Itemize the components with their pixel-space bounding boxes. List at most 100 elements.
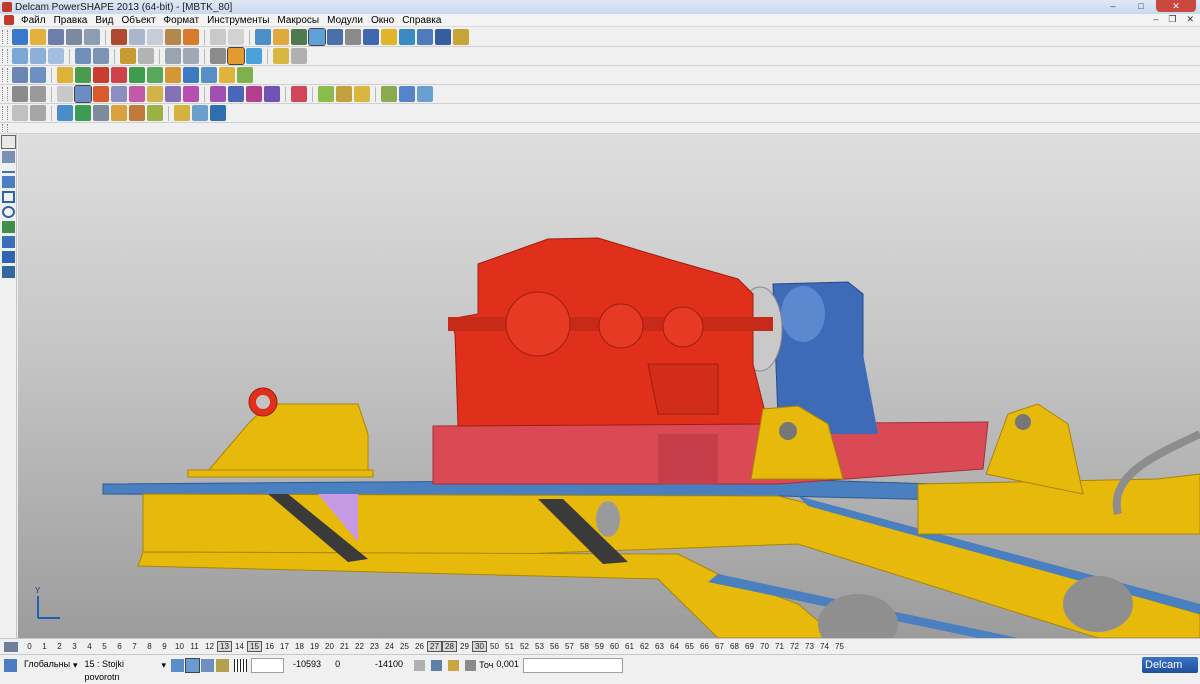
level-button[interactable]: 15: [247, 641, 262, 652]
level-button[interactable]: 65: [682, 642, 697, 651]
text-icon[interactable]: [363, 29, 379, 45]
level-button[interactable]: 20: [322, 642, 337, 651]
blank-field[interactable]: [251, 657, 285, 673]
level-button[interactable]: 0: [22, 642, 37, 651]
line-icon[interactable]: [2, 171, 15, 173]
level-button[interactable]: 5: [97, 642, 112, 651]
level-button[interactable]: 67: [712, 642, 727, 651]
stack-icon[interactable]: [336, 86, 352, 102]
level-button[interactable]: 59: [592, 642, 607, 651]
doc-close-button[interactable]: ✕: [1186, 14, 1194, 25]
menu-help[interactable]: Справка: [398, 15, 445, 26]
solid-tree-icon[interactable]: [30, 67, 46, 83]
surface-mode-icon[interactable]: [74, 85, 92, 103]
level-button[interactable]: 72: [787, 642, 802, 651]
scale-icon[interactable]: [30, 105, 46, 121]
render-icon[interactable]: [291, 48, 307, 64]
zoom-all-icon[interactable]: [165, 48, 181, 64]
save-as-icon[interactable]: [66, 29, 82, 45]
toolbar-grip[interactable]: [2, 49, 8, 63]
level-button[interactable]: 63: [652, 642, 667, 651]
view-iso-icon[interactable]: [48, 48, 64, 64]
level-button[interactable]: 19: [307, 642, 322, 651]
level-button[interactable]: 1: [37, 642, 52, 651]
view-top-icon[interactable]: [12, 48, 28, 64]
level-button[interactable]: 57: [562, 642, 577, 651]
solid-tool-icon[interactable]: [2, 221, 15, 233]
circle-icon[interactable]: [327, 29, 343, 45]
level-button[interactable]: 74: [817, 642, 832, 651]
tolerance-field[interactable]: 0,001: [493, 658, 521, 673]
level-button[interactable]: 25: [397, 642, 412, 651]
new-model-icon[interactable]: [12, 29, 28, 45]
level-button[interactable]: 68: [727, 642, 742, 651]
tools-icon[interactable]: [453, 29, 469, 45]
level-button[interactable]: 58: [577, 642, 592, 651]
revolve-icon[interactable]: [183, 67, 199, 83]
grid-icon[interactable]: [234, 658, 248, 672]
level-button[interactable]: 52: [517, 642, 532, 651]
level-button[interactable]: 17: [277, 642, 292, 651]
quick-select-icon[interactable]: [2, 151, 15, 163]
level-button[interactable]: 61: [622, 642, 637, 651]
graphics-viewport[interactable]: Y: [18, 134, 1200, 638]
menu-file[interactable]: Файл: [17, 15, 50, 26]
zoom-in-icon[interactable]: [120, 48, 136, 64]
loft-icon[interactable]: [219, 67, 235, 83]
menu-window[interactable]: Окно: [367, 15, 398, 26]
assembly-icon[interactable]: [417, 29, 433, 45]
export-icon[interactable]: [192, 105, 208, 121]
cylinder-icon[interactable]: [75, 67, 91, 83]
shaded-icon[interactable]: [227, 47, 245, 65]
level-set-icon[interactable]: [201, 658, 215, 672]
estimate-icon[interactable]: [174, 105, 190, 121]
feature-icon[interactable]: [435, 29, 451, 45]
level-toggle-icon[interactable]: [185, 657, 201, 673]
limit-icon[interactable]: [291, 86, 307, 102]
level-button[interactable]: 10: [172, 642, 187, 651]
coordinate-icon[interactable]: [431, 659, 443, 671]
toolbar-grip[interactable]: [2, 68, 8, 82]
coord-x[interactable]: -10593: [288, 658, 324, 673]
level-button[interactable]: 71: [772, 642, 787, 651]
level-button[interactable]: 2: [52, 642, 67, 651]
fillet-icon[interactable]: [210, 86, 226, 102]
model-tree-icon[interactable]: [12, 67, 28, 83]
menu-format[interactable]: Формат: [160, 15, 204, 26]
coord-y[interactable]: 0: [332, 658, 366, 673]
workplane-icon[interactable]: [291, 29, 307, 45]
level-button[interactable]: 53: [532, 642, 547, 651]
toolbox-icon[interactable]: [210, 105, 226, 121]
extrude-icon[interactable]: [165, 67, 181, 83]
save-icon[interactable]: [48, 29, 64, 45]
close-button[interactable]: ✕: [1156, 0, 1196, 12]
level-button[interactable]: 8: [142, 642, 157, 651]
surface-extrude-icon[interactable]: [165, 86, 181, 102]
wireframe-icon[interactable]: [255, 29, 271, 45]
level-button[interactable]: 30: [472, 641, 487, 652]
levels-icon[interactable]: [4, 641, 18, 652]
snap-icon[interactable]: [12, 86, 28, 102]
view-left-icon[interactable]: [93, 48, 109, 64]
blend-icon[interactable]: [228, 86, 244, 102]
level-button[interactable]: 27: [427, 641, 442, 652]
sweep-icon[interactable]: [201, 67, 217, 83]
level-button[interactable]: 9: [157, 642, 172, 651]
edit-icon[interactable]: [165, 29, 181, 45]
move-icon[interactable]: [12, 105, 28, 121]
copy-icon[interactable]: [129, 29, 145, 45]
surface-icon[interactable]: [381, 29, 397, 45]
level-button[interactable]: 64: [667, 642, 682, 651]
surface-cylinder-icon[interactable]: [93, 86, 109, 102]
cone-icon[interactable]: [129, 67, 145, 83]
tolerance-icon[interactable]: [465, 659, 477, 671]
layer-icon[interactable]: [318, 86, 334, 102]
toolbar-grip[interactable]: [2, 106, 8, 120]
level-button[interactable]: 22: [352, 642, 367, 651]
zoom-window-icon[interactable]: [183, 48, 199, 64]
offset-icon[interactable]: [246, 86, 262, 102]
document-icon[interactable]: [4, 15, 14, 25]
menu-modules[interactable]: Модули: [323, 15, 367, 26]
chevron-down-icon[interactable]: ▾: [162, 660, 167, 671]
coord-z[interactable]: -14100: [366, 658, 406, 673]
